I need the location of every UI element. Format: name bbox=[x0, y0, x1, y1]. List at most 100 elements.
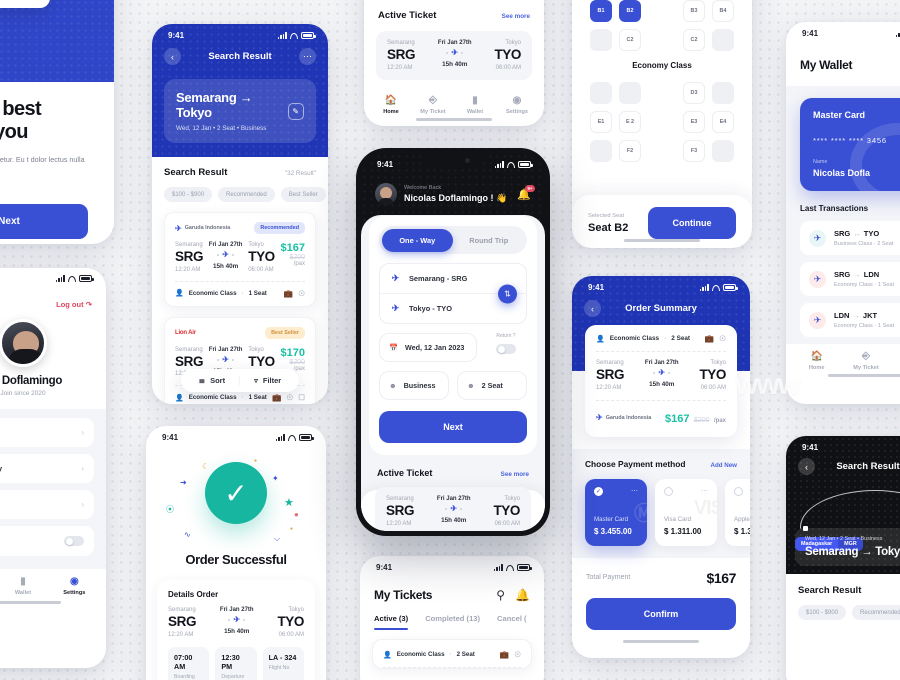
seat-F2[interactable]: F2 bbox=[619, 140, 641, 162]
tab-my-ticket[interactable]: ⎆ My Ticket bbox=[841, 351, 890, 371]
status-time: 9:41 bbox=[162, 433, 179, 442]
tab-wallet[interactable]: ▮ Wallet bbox=[0, 576, 49, 596]
payment-card-visa[interactable]: VIS ⋯ Visa Card $ 1.311.00 bbox=[655, 478, 717, 546]
payment-card-master[interactable]: Ⓜ ✓ ⋯ Master Card $ 3.455.00 bbox=[585, 478, 647, 546]
radio-selected-icon[interactable]: ✓ bbox=[594, 486, 603, 496]
tab-settings[interactable]: ◉ Settings bbox=[49, 576, 100, 596]
signal-icon bbox=[895, 30, 900, 37]
filter-button[interactable]: ▿ Filter bbox=[239, 376, 295, 385]
ticket-card[interactable]: Semarang SRG 12:20 AM Fri Jan 27th ✈ 15h… bbox=[376, 31, 532, 80]
return-toggle[interactable] bbox=[496, 344, 516, 354]
tab-one-way[interactable]: One - Way bbox=[381, 228, 453, 252]
tab-my-ticket[interactable]: ⎆ My Ticket bbox=[412, 95, 454, 115]
chip-recommended[interactable]: Recommended bbox=[218, 187, 275, 202]
more-options-icon[interactable]: ⋯ bbox=[299, 48, 316, 65]
search-icon[interactable]: ⚲ bbox=[496, 588, 505, 602]
seat-B1[interactable]: B1 bbox=[590, 0, 612, 22]
seat-E2[interactable]: E 2 bbox=[619, 111, 641, 133]
ticket-card[interactable]: 👤 Economic Class · 2 Seat 💼 ☉ bbox=[372, 639, 532, 669]
ticket-card[interactable]: Semarang SRG 12:20 AM Fri Jan 27th ✈ 15h… bbox=[375, 487, 531, 531]
sort-button[interactable]: ≣ Sort bbox=[185, 376, 239, 385]
flight-route-grid: Semarang SRG 12:20 AM Fri Jan 27th ✈ 15h… bbox=[596, 360, 726, 391]
date-field[interactable]: 📅 Wed, 12 Jan 2023 bbox=[379, 333, 477, 362]
tab-home[interactable]: 🏠 Home bbox=[792, 351, 841, 371]
tab-label: Home bbox=[808, 365, 825, 371]
tab-cards[interactable]: ▮ Cards bbox=[891, 351, 900, 371]
origin-time: 12:20 AM bbox=[168, 631, 194, 638]
route-summary-card[interactable]: Semarang → Tokyo Wed, 12 Jan • 2 Seat • … bbox=[164, 79, 316, 143]
seat-E4[interactable]: E4 bbox=[712, 111, 734, 133]
onboarding-next-button[interactable]: Next bbox=[0, 203, 88, 239]
settings-item-help-center[interactable]: & Center › bbox=[0, 490, 94, 519]
more-options-icon[interactable]: ⋯ bbox=[701, 487, 708, 495]
seat-E1[interactable]: E1 bbox=[590, 111, 612, 133]
continue-button[interactable]: Continue bbox=[648, 207, 736, 239]
seat-B3[interactable]: B3 bbox=[683, 0, 705, 22]
chip-label: Flight No bbox=[268, 664, 290, 671]
credit-card[interactable]: Master Card ••• **** **** **** 3456 Name… bbox=[800, 98, 900, 191]
notification-bell-icon[interactable]: 🔔 9+ bbox=[517, 184, 535, 201]
payment-card-apple[interactable]: Ⓜ Apple $ 1.3 bbox=[725, 478, 750, 546]
settings-item-account[interactable]: ccount › bbox=[0, 418, 94, 447]
gear-icon: ◉ bbox=[69, 576, 79, 587]
back-button[interactable]: ‹ bbox=[584, 300, 601, 317]
chip-price[interactable]: $100 - $900 bbox=[798, 605, 847, 620]
dest-code: TYO bbox=[699, 367, 726, 382]
class-field[interactable]: ☻ Business bbox=[379, 371, 449, 400]
edit-icon[interactable]: ✎ bbox=[287, 102, 304, 120]
back-button[interactable]: ‹ bbox=[798, 458, 815, 475]
tab-active[interactable]: Active (3) bbox=[374, 614, 409, 630]
notch bbox=[422, 153, 484, 168]
payment-title: Choose Payment method bbox=[585, 458, 686, 469]
seat-C2[interactable]: C2 bbox=[619, 29, 641, 51]
luggage-icon: 💼 bbox=[704, 334, 715, 343]
seat-F3[interactable]: F3 bbox=[683, 140, 705, 162]
seat-D1 bbox=[590, 82, 612, 104]
transaction-row[interactable]: ✈ LDN → JKT Economy Class · 1 Seat bbox=[800, 303, 900, 337]
seat-value: 2 Seat bbox=[481, 381, 503, 390]
settings-item-dark-mode[interactable]: Mode bbox=[0, 526, 94, 556]
seat-B2[interactable]: B2 bbox=[619, 0, 641, 22]
payment-header: Choose Payment method Add New bbox=[585, 459, 737, 469]
tab-wallet[interactable]: ▮ Wallet bbox=[454, 95, 496, 115]
add-new-button[interactable]: Add New bbox=[711, 462, 737, 469]
tab-completed[interactable]: Completed (13) bbox=[425, 614, 480, 623]
see-more-link[interactable]: See more bbox=[501, 471, 529, 478]
radio-icon[interactable] bbox=[664, 486, 673, 496]
radio-icon[interactable] bbox=[734, 486, 743, 496]
tab-label: My Ticket bbox=[420, 108, 446, 115]
seat-field[interactable]: ☻ 2 Seat bbox=[457, 371, 527, 400]
notification-bell-icon[interactable]: 🔔 bbox=[515, 588, 530, 602]
transaction-row[interactable]: ✈ SRG → LDN Economy Class · 1 Seat bbox=[800, 262, 900, 296]
next-button[interactable]: Next bbox=[379, 411, 527, 443]
settings-item-privacy[interactable]: cy & Policy › bbox=[0, 454, 94, 483]
seat-E3[interactable]: E3 bbox=[683, 111, 705, 133]
flight-card[interactable]: ✈ Garuda Indonesia Recommended Semarang … bbox=[164, 212, 316, 307]
tab-cancel[interactable]: Cancel ( bbox=[497, 614, 527, 623]
more-options-icon[interactable]: ⋯ bbox=[631, 487, 638, 495]
battery-icon bbox=[517, 564, 532, 571]
transaction-row[interactable]: ✈ SRG ↔ TYO Business Class · 2 Seat bbox=[800, 221, 900, 255]
chip-best-seller[interactable]: Best Seller bbox=[280, 187, 326, 202]
route-summary-card[interactable]: Wed, 12 Jan • 2 Seat • Business Semarang… bbox=[795, 528, 900, 566]
details-title: Details Order bbox=[168, 590, 219, 599]
see-more-link[interactable]: See more bbox=[502, 13, 530, 20]
tab-round-trip[interactable]: Round Trip bbox=[453, 229, 525, 252]
seat-C3[interactable]: C2 bbox=[683, 29, 705, 51]
chip-recommended[interactable]: Recommended bbox=[852, 605, 900, 620]
seat-D3[interactable]: D3 bbox=[683, 82, 705, 104]
logout-button[interactable]: Log out ↷ bbox=[0, 286, 94, 309]
flight-middle: Fri Jan 27th ✈ 15h 40m bbox=[645, 360, 679, 388]
flight-card-head: ✈ Garuda Indonesia Recommended bbox=[175, 222, 305, 234]
seat-B4[interactable]: B4 bbox=[712, 0, 734, 22]
confirm-button[interactable]: Confirm bbox=[586, 597, 736, 630]
tab-settings[interactable]: ◉ Settings bbox=[496, 95, 538, 115]
chip-price[interactable]: $100 - $900 bbox=[164, 187, 213, 202]
back-button[interactable]: ‹ bbox=[164, 48, 181, 65]
swap-icon[interactable]: ⇅ bbox=[498, 284, 517, 303]
dark-mode-toggle[interactable] bbox=[64, 536, 84, 546]
chip-value: LA - 324 bbox=[268, 652, 297, 662]
chip-value: 07:00 AM bbox=[174, 652, 193, 671]
avatar[interactable] bbox=[375, 183, 397, 205]
tab-home[interactable]: 🏠 Home bbox=[370, 95, 412, 115]
